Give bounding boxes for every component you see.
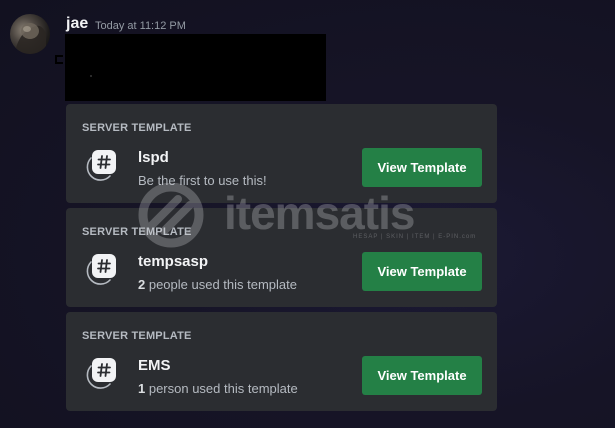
template-name: EMS — [138, 357, 171, 374]
hash-icon — [84, 358, 124, 394]
card-header: SERVER TEMPLATE — [82, 330, 192, 342]
server-template-card: SERVER TEMPLATE tempsasp 2 people used t… — [66, 208, 497, 307]
template-name: tempsasp — [138, 253, 209, 270]
username[interactable]: jae — [66, 15, 88, 33]
usage-text: Be the first to use this! — [138, 173, 267, 188]
view-template-button[interactable]: View Template — [362, 252, 482, 291]
server-template-card: SERVER TEMPLATE EMS 1 person used this t… — [66, 312, 497, 411]
card-header: SERVER TEMPLATE — [82, 226, 192, 238]
redacted-content — [65, 34, 326, 101]
hash-icon — [84, 150, 124, 186]
usage-text: people used this template — [145, 277, 298, 292]
redaction-fragment — [55, 55, 63, 64]
view-template-button[interactable]: View Template — [362, 356, 482, 395]
template-usage: 1 person used this template — [138, 381, 298, 396]
chat-message: jae Today at 11:12 PM SERVER TEMPLATE ls… — [0, 0, 615, 428]
avatar[interactable] — [10, 14, 50, 54]
card-header: SERVER TEMPLATE — [82, 122, 192, 134]
usage-text: person used this template — [145, 381, 298, 396]
template-usage: Be the first to use this! — [138, 173, 267, 188]
server-template-card: SERVER TEMPLATE lspd Be the first to use… — [66, 104, 497, 203]
hash-icon — [84, 254, 124, 290]
template-name: lspd — [138, 149, 169, 166]
redaction-dot — [90, 75, 92, 77]
template-usage: 2 people used this template — [138, 277, 297, 292]
view-template-button[interactable]: View Template — [362, 148, 482, 187]
message-timestamp: Today at 11:12 PM — [95, 20, 186, 32]
